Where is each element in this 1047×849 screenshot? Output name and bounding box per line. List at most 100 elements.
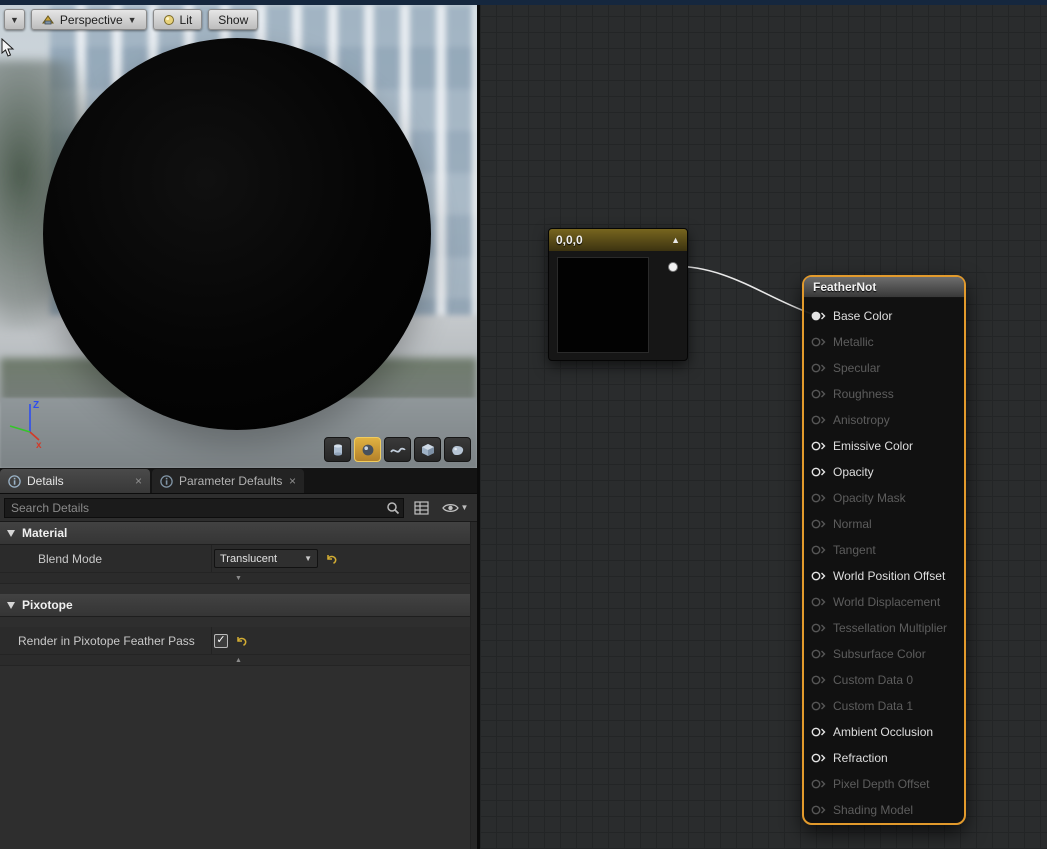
constant-node-header[interactable]: 0,0,0 ▲ bbox=[549, 229, 687, 251]
sphere-icon bbox=[361, 443, 375, 457]
preview-shape-sphere-button[interactable] bbox=[354, 437, 381, 462]
pin-label: Specular bbox=[833, 361, 880, 375]
pin-icon bbox=[811, 674, 827, 686]
close-icon[interactable]: × bbox=[289, 475, 296, 487]
material-node-header[interactable]: FeatherNot bbox=[804, 277, 964, 298]
category-material[interactable]: Material bbox=[0, 522, 477, 545]
blend-mode-dropdown[interactable]: Translucent ▼ bbox=[214, 549, 318, 568]
collapse-expander[interactable]: ▲ bbox=[0, 655, 477, 666]
blend-mode-value-cell: Translucent ▼ bbox=[212, 545, 477, 572]
pin-icon bbox=[811, 414, 827, 426]
feather-pass-label: Render in Pixotope Feather Pass bbox=[0, 627, 212, 654]
category-pixotope[interactable]: Pixotope bbox=[0, 594, 477, 617]
material-node-pins: Base Color Metallic Specular Roughness bbox=[804, 298, 964, 823]
reset-to-default-icon[interactable] bbox=[325, 553, 337, 565]
pin-icon bbox=[811, 778, 827, 790]
material-pin[interactable]: Metallic bbox=[804, 329, 964, 355]
preview-shape-cylinder-button[interactable] bbox=[324, 437, 351, 462]
show-button[interactable]: Show bbox=[208, 9, 258, 30]
window-top-edge bbox=[0, 0, 1047, 5]
material-pin[interactable]: Pixel Depth Offset bbox=[804, 771, 964, 797]
material-result-node[interactable]: FeatherNot Base Color Metallic Specular bbox=[802, 275, 966, 825]
blend-mode-row: Blend Mode Translucent ▼ bbox=[0, 545, 477, 573]
pin-icon bbox=[811, 648, 827, 660]
tab-details[interactable]: Details × bbox=[0, 469, 150, 493]
pin-label: Opacity Mask bbox=[833, 491, 906, 505]
pin-label: Roughness bbox=[833, 387, 894, 401]
material-node-title: FeatherNot bbox=[813, 280, 876, 294]
advanced-expander[interactable]: ▼ bbox=[0, 573, 477, 584]
perspective-icon bbox=[41, 14, 55, 26]
preview-shape-mesh-button[interactable] bbox=[444, 437, 471, 462]
material-pin[interactable]: Base Color bbox=[804, 303, 964, 329]
material-pin[interactable]: Normal bbox=[804, 511, 964, 537]
material-graph-canvas[interactable]: 0,0,0 ▲ FeatherNot Base Color Metallic bbox=[480, 0, 1047, 849]
tab-details-label: Details bbox=[27, 474, 129, 488]
material-pin[interactable]: Custom Data 1 bbox=[804, 693, 964, 719]
preview-shape-cube-button[interactable] bbox=[414, 437, 441, 462]
viewport-options-button[interactable]: ▼ bbox=[4, 9, 25, 30]
pin-label: Custom Data 1 bbox=[833, 699, 913, 713]
constant-output-pin[interactable] bbox=[668, 262, 678, 272]
material-pin[interactable]: Ambient Occlusion bbox=[804, 719, 964, 745]
reset-to-default-icon[interactable] bbox=[235, 635, 247, 647]
material-pin[interactable]: Tessellation Multiplier bbox=[804, 615, 964, 641]
material-pin[interactable]: Opacity bbox=[804, 459, 964, 485]
display-filter-button[interactable] bbox=[409, 497, 433, 519]
tab-parameter-defaults[interactable]: Parameter Defaults × bbox=[152, 469, 304, 493]
pin-icon bbox=[811, 544, 827, 556]
pin-label: Metallic bbox=[833, 335, 874, 349]
tab-parameter-defaults-label: Parameter Defaults bbox=[179, 474, 283, 488]
preview-viewport[interactable]: ▼ Perspective ▼ Lit Show bbox=[0, 5, 477, 468]
material-pin[interactable]: Specular bbox=[804, 355, 964, 381]
pin-label: Refraction bbox=[833, 751, 888, 765]
perspective-label: Perspective bbox=[60, 13, 123, 27]
pin-icon bbox=[811, 310, 827, 322]
search-box bbox=[4, 498, 404, 518]
preview-shape-buttons bbox=[324, 437, 471, 462]
axis-z-label: Z bbox=[33, 400, 39, 411]
view-options-button[interactable]: ▼ bbox=[438, 497, 472, 519]
material-pin[interactable]: Anisotropy bbox=[804, 407, 964, 433]
pin-label: Shading Model bbox=[833, 803, 913, 817]
material-pin[interactable]: Emissive Color bbox=[804, 433, 964, 459]
cube-icon bbox=[421, 443, 435, 457]
eye-icon bbox=[442, 502, 459, 514]
pin-icon bbox=[811, 492, 827, 504]
grid-icon bbox=[414, 501, 429, 515]
details-panel: Material Blend Mode Translucent ▼ ▼ bbox=[0, 522, 477, 849]
material-pin[interactable]: Roughness bbox=[804, 381, 964, 407]
feather-pass-checkbox[interactable]: ✓ bbox=[214, 634, 228, 648]
material-editor-window: 0,0,0 ▲ FeatherNot Base Color Metallic bbox=[0, 0, 1047, 849]
material-pin[interactable]: Shading Model bbox=[804, 797, 964, 823]
pin-label: Subsurface Color bbox=[833, 647, 926, 661]
search-input[interactable] bbox=[4, 498, 404, 518]
search-icon bbox=[386, 501, 400, 515]
material-pin[interactable]: World Position Offset bbox=[804, 563, 964, 589]
section-gap bbox=[0, 617, 477, 627]
material-pin[interactable]: Subsurface Color bbox=[804, 641, 964, 667]
panel-divider[interactable] bbox=[477, 0, 480, 849]
pin-label: World Position Offset bbox=[833, 569, 945, 583]
preview-shape-plane-button[interactable] bbox=[384, 437, 411, 462]
mouse-cursor bbox=[1, 38, 15, 58]
pin-label: Emissive Color bbox=[833, 439, 913, 453]
constant-color-node[interactable]: 0,0,0 ▲ bbox=[548, 228, 688, 361]
material-pin[interactable]: Tangent bbox=[804, 537, 964, 563]
category-expanded-icon bbox=[6, 601, 16, 610]
blend-mode-selected-value: Translucent bbox=[220, 553, 277, 565]
collapse-node-icon[interactable]: ▲ bbox=[671, 235, 680, 245]
close-icon[interactable]: × bbox=[135, 475, 142, 487]
material-pin[interactable]: Opacity Mask bbox=[804, 485, 964, 511]
material-pin[interactable]: Refraction bbox=[804, 745, 964, 771]
details-scrollbar[interactable] bbox=[470, 522, 477, 849]
lit-button[interactable]: Lit bbox=[153, 9, 203, 30]
material-pin[interactable]: World Displacement bbox=[804, 589, 964, 615]
pin-icon bbox=[811, 336, 827, 348]
details-search-row: ▼ bbox=[0, 494, 477, 522]
check-icon: ✓ bbox=[216, 635, 225, 646]
color-swatch[interactable] bbox=[557, 257, 649, 353]
blend-mode-label: Blend Mode bbox=[0, 545, 212, 572]
material-pin[interactable]: Custom Data 0 bbox=[804, 667, 964, 693]
perspective-button[interactable]: Perspective ▼ bbox=[31, 9, 147, 30]
